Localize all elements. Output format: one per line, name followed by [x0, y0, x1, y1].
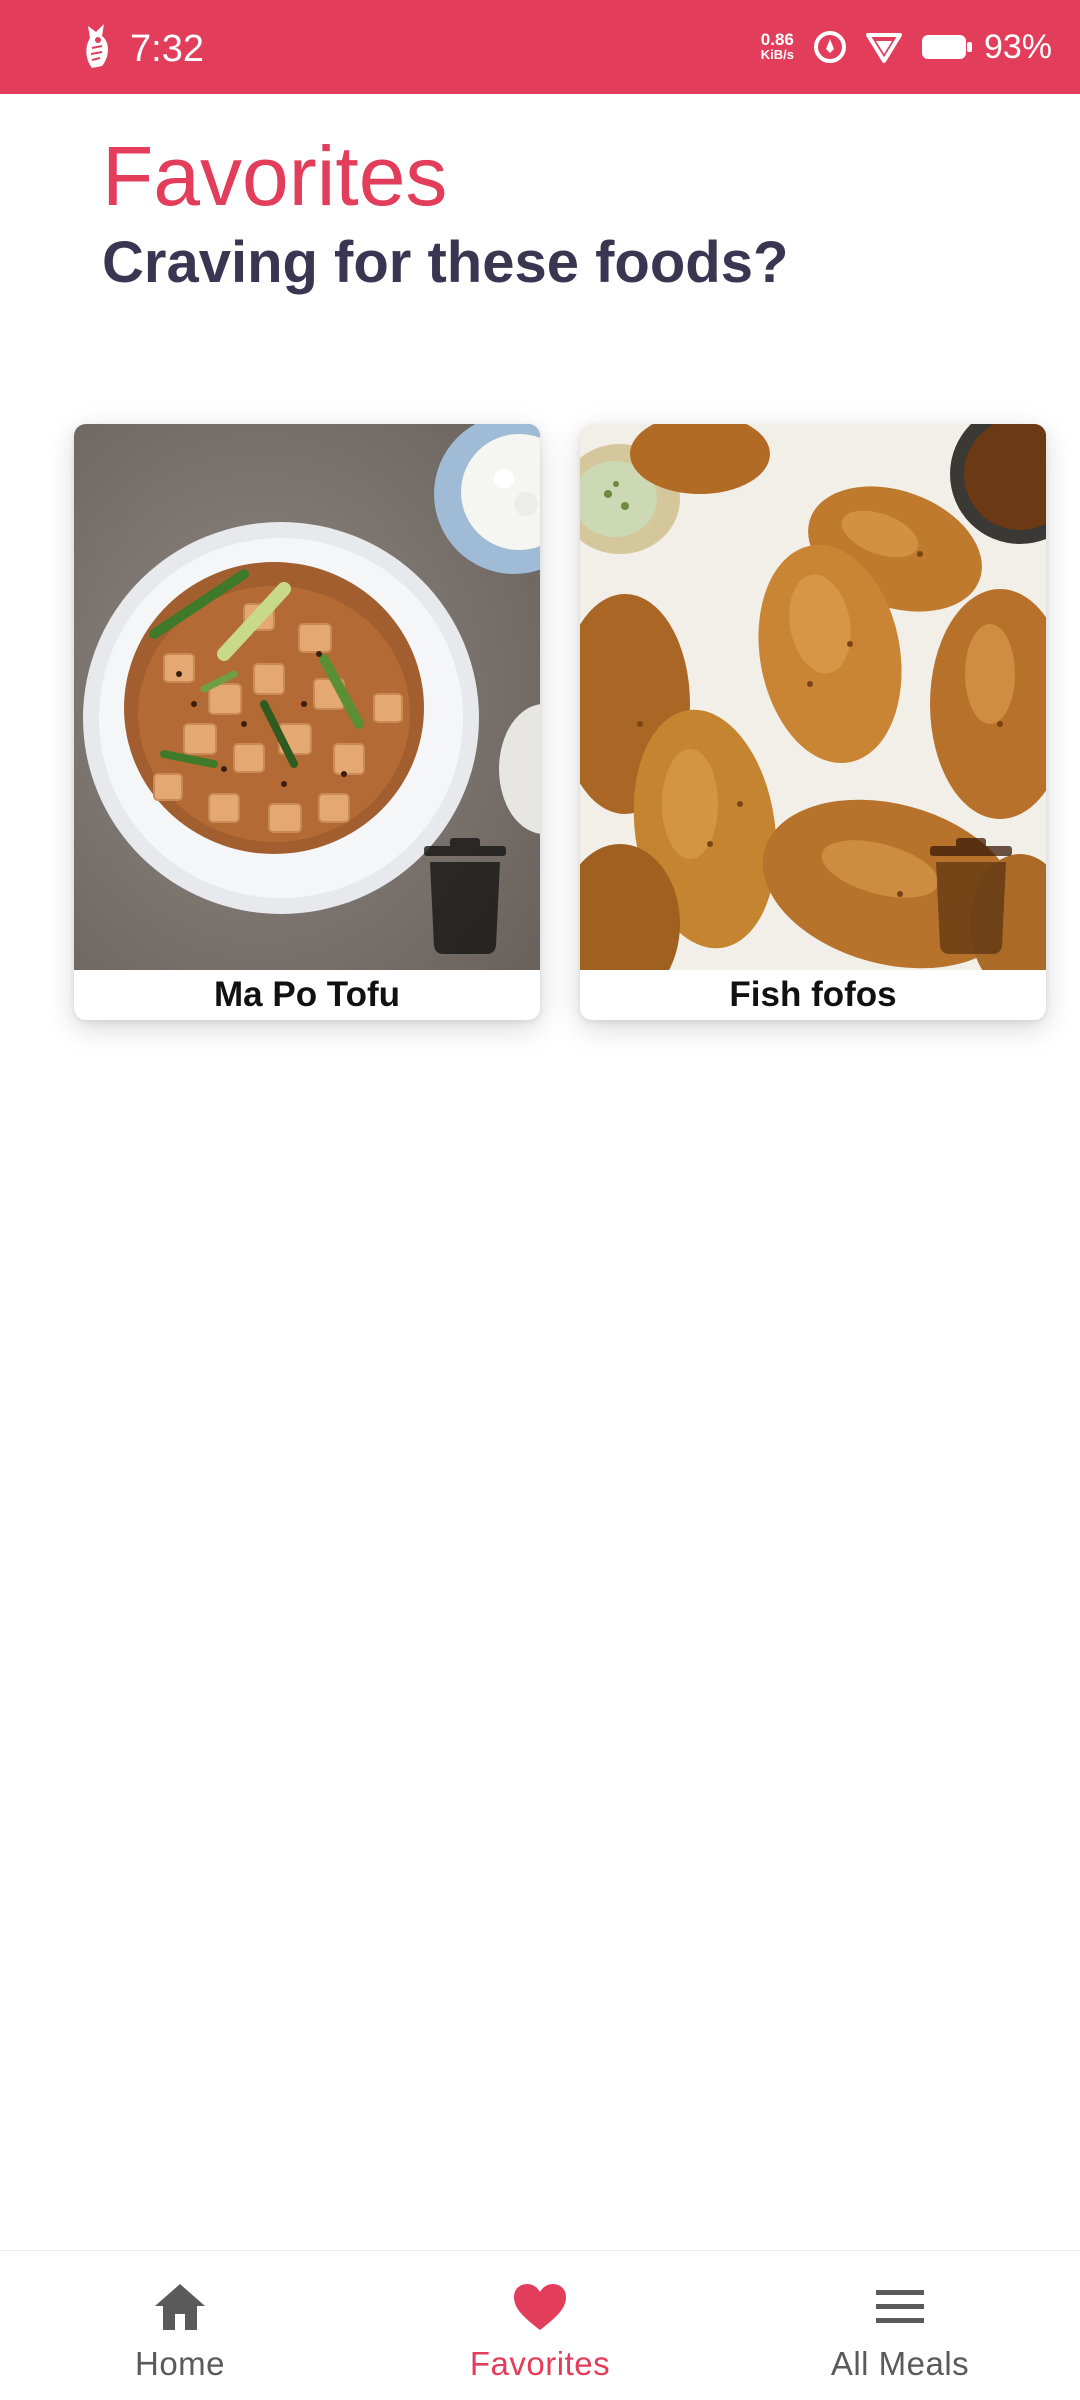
fish-fofos-photo[interactable]	[580, 424, 1046, 970]
status-left: 7:32	[82, 22, 204, 75]
nav-label-all-meals: All Meals	[830, 2345, 970, 2382]
nav-item-all-meals[interactable]: All Meals	[720, 2251, 1080, 2400]
favorite-card[interactable]: Ma Po Tofu	[74, 424, 540, 1020]
nav-label-home: Home	[134, 2345, 226, 2382]
status-bar: 7:32 0.86 KiB/s 93%	[0, 0, 1080, 94]
network-speed-value: 0.86	[760, 30, 794, 49]
page-subtitle: Craving for these foods?	[102, 230, 789, 295]
trash-icon[interactable]	[420, 838, 510, 954]
mapo-tofu-photo[interactable]	[74, 424, 540, 970]
favorite-card-title: Fish fofos	[729, 975, 897, 1014]
data-saver-icon	[812, 29, 848, 65]
home-icon	[153, 2279, 207, 2335]
nav-item-favorites[interactable]: Favorites	[360, 2251, 720, 2400]
app-owl-icon	[82, 22, 112, 75]
page-title: Favorites	[102, 129, 448, 223]
trash-icon[interactable]	[926, 838, 1016, 954]
battery-icon	[920, 32, 974, 62]
nav-label-favorites: Favorites	[469, 2345, 611, 2382]
status-time: 7:32	[130, 27, 204, 70]
battery-percent: 93%	[983, 27, 1052, 66]
favorite-card[interactable]: Fish fofos	[580, 424, 1046, 1020]
wifi-icon	[865, 29, 902, 65]
heart-icon	[512, 2279, 568, 2335]
status-right: 0.86 KiB/s 93%	[761, 22, 1052, 72]
network-speed-unit: KiB/s	[760, 47, 794, 62]
network-speed: 0.86 KiB/s	[760, 30, 794, 62]
nav-item-home[interactable]: Home	[0, 2251, 360, 2400]
favorite-card-title: Ma Po Tofu	[214, 975, 400, 1014]
bottom-navigation: Home Favorites All Meals	[0, 2250, 1080, 2400]
menu-icon	[874, 2279, 926, 2335]
